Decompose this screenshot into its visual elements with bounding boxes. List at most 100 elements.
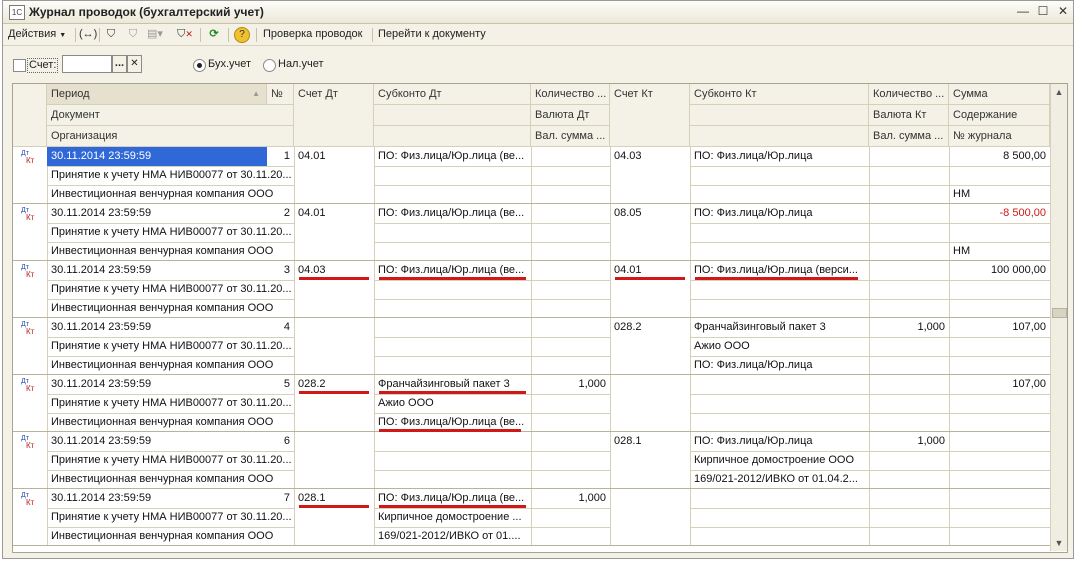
filter-history-icon[interactable]: ▤▾: [147, 26, 163, 42]
header-period[interactable]: Период ▲: [47, 84, 267, 105]
cell-qty-kt[interactable]: 1,000: [869, 318, 949, 337]
cell-sub-kt[interactable]: Кирпичное домостроение ООО: [690, 451, 869, 470]
filter-disabled-icon[interactable]: ⛉: [125, 26, 141, 42]
cell-period[interactable]: 30.11.2014 23:59:59: [47, 432, 267, 451]
cell-document[interactable]: Принятие к учету НМА НИВ00077 от 30.11.2…: [47, 166, 294, 185]
header-sub-kt[interactable]: Субконто Кт: [690, 84, 869, 105]
cell-content[interactable]: [949, 508, 1050, 527]
cell-sum[interactable]: 100 000,00: [949, 261, 1050, 280]
cell-qty-dt[interactable]: [531, 147, 610, 166]
cell-acc-kt[interactable]: 028.1: [610, 432, 690, 451]
cell-organization[interactable]: Инвестиционная венчурная компания ООО: [47, 356, 294, 375]
cell-sub-dt[interactable]: [374, 432, 531, 451]
cell-document[interactable]: Принятие к учету НМА НИВ00077 от 30.11.2…: [47, 394, 294, 413]
cell-sub-kt[interactable]: [690, 242, 869, 261]
header-content[interactable]: Содержание: [949, 105, 1050, 126]
header-acc-dt[interactable]: Счет Дт: [294, 84, 374, 147]
cell-sub-dt[interactable]: [374, 451, 531, 470]
cell-sub-kt[interactable]: [690, 413, 869, 432]
cell-sub-kt[interactable]: [690, 375, 869, 394]
filter-icon[interactable]: ⛉: [103, 26, 119, 42]
cell-period[interactable]: 30.11.2014 23:59:59: [47, 204, 267, 223]
cell-number[interactable]: 6: [267, 432, 294, 451]
cell-sub-kt[interactable]: [690, 223, 869, 242]
cell-sub-kt[interactable]: ПО: Физ.лица/Юр.лица: [690, 147, 869, 166]
cell-qty-dt[interactable]: [531, 432, 610, 451]
cell-organization[interactable]: Инвестиционная венчурная компания ООО: [47, 470, 294, 489]
cell-acc-dt[interactable]: [294, 432, 374, 451]
cell-acc-kt[interactable]: 028.2: [610, 318, 690, 337]
cell-qty-dt[interactable]: 1,000: [531, 489, 610, 508]
cell-sum[interactable]: [949, 432, 1050, 451]
cell-sub-kt[interactable]: [690, 185, 869, 204]
cell-sub-kt[interactable]: [690, 508, 869, 527]
close-button[interactable]: ✕: [1055, 4, 1071, 19]
cell-content[interactable]: [949, 223, 1050, 242]
cell-qty-dt[interactable]: 1,000: [531, 375, 610, 394]
account-filter-input[interactable]: [62, 55, 112, 73]
cell-organization[interactable]: Инвестиционная венчурная компания ООО: [47, 413, 294, 432]
cell-organization[interactable]: Инвестиционная венчурная компания ООО: [47, 185, 294, 204]
scroll-up-icon[interactable]: ▲: [1051, 84, 1067, 100]
cell-number[interactable]: 5: [267, 375, 294, 394]
cell-sub-kt[interactable]: Ажио ООО: [690, 337, 869, 356]
cell-qty-kt[interactable]: [869, 489, 949, 508]
cell-sub-dt[interactable]: [374, 223, 531, 242]
cell-journal[interactable]: [949, 356, 1050, 375]
cell-sub-dt[interactable]: [374, 166, 531, 185]
maximize-button[interactable]: ☐: [1035, 4, 1051, 19]
cell-sub-kt[interactable]: [690, 527, 869, 546]
cell-acc-kt[interactable]: 04.03: [610, 147, 690, 166]
cell-sub-dt[interactable]: [374, 299, 531, 318]
cell-sub-dt[interactable]: [374, 356, 531, 375]
cell-number[interactable]: 4: [267, 318, 294, 337]
cell-sub-kt[interactable]: [690, 299, 869, 318]
cell-sub-dt[interactable]: ПО: Физ.лица/Юр.лица (ве...: [374, 204, 531, 223]
cell-sub-kt[interactable]: 169/021-2012/ИВКО от 01.04.2...: [690, 470, 869, 489]
cell-acc-kt[interactable]: 08.05: [610, 204, 690, 223]
cell-sub-kt[interactable]: [690, 489, 869, 508]
header-organization[interactable]: Организация: [47, 126, 294, 147]
cell-sub-kt[interactable]: [690, 280, 869, 299]
cell-number[interactable]: 2: [267, 204, 294, 223]
cell-sub-dt[interactable]: Ажио ООО: [374, 394, 531, 413]
cell-content[interactable]: [949, 337, 1050, 356]
header-qty-dt[interactable]: Количество ...: [531, 84, 610, 105]
header-cur-sum-dt[interactable]: Вал. сумма ...: [531, 126, 610, 147]
radio-nal-uchet[interactable]: [263, 59, 276, 72]
cell-period[interactable]: 30.11.2014 23:59:59: [47, 489, 267, 508]
cell-sub-dt[interactable]: ПО: Физ.лица/Юр.лица (ве...: [374, 147, 531, 166]
header-cur-sum-kt[interactable]: Вал. сумма ...: [869, 126, 949, 147]
cell-journal[interactable]: НМ: [949, 242, 1050, 261]
cell-sub-dt[interactable]: Кирпичное домостроение ...: [374, 508, 531, 527]
cell-content[interactable]: [949, 394, 1050, 413]
header-document[interactable]: Документ: [47, 105, 294, 126]
cell-organization[interactable]: Инвестиционная венчурная компания ООО: [47, 527, 294, 546]
cell-content[interactable]: [949, 451, 1050, 470]
cell-acc-dt[interactable]: 04.01: [294, 204, 374, 223]
cell-acc-kt[interactable]: [610, 489, 690, 508]
cell-journal[interactable]: [949, 527, 1050, 546]
header-sub-dt[interactable]: Субконто Дт: [374, 84, 531, 105]
entries-table[interactable]: Период ▲ № Документ Организация Счет Дт С…: [12, 83, 1068, 553]
cell-qty-kt[interactable]: [869, 204, 949, 223]
cell-sub-dt[interactable]: [374, 318, 531, 337]
cell-sub-kt[interactable]: ПО: Физ.лица/Юр.лица: [690, 432, 869, 451]
cell-sub-kt[interactable]: Франчайзинговый пакет 3: [690, 318, 869, 337]
header-sum[interactable]: Сумма: [949, 84, 1050, 105]
header-qty-kt[interactable]: Количество ...: [869, 84, 949, 105]
cell-qty-dt[interactable]: [531, 318, 610, 337]
cell-qty-kt[interactable]: 1,000: [869, 432, 949, 451]
cell-sub-dt[interactable]: [374, 280, 531, 299]
header-cur-dt[interactable]: Валюта Дт: [531, 105, 610, 126]
account-clear-button[interactable]: ✕: [127, 55, 142, 73]
header-cur-kt[interactable]: Валюта Кт: [869, 105, 949, 126]
cell-qty-kt[interactable]: [869, 147, 949, 166]
cell-document[interactable]: Принятие к учету НМА НИВ00077 от 30.11.2…: [47, 451, 294, 470]
cell-sum[interactable]: [949, 489, 1050, 508]
cell-organization[interactable]: Инвестиционная венчурная компания ООО: [47, 242, 294, 261]
cell-journal[interactable]: [949, 413, 1050, 432]
cell-sub-dt[interactable]: [374, 470, 531, 489]
cell-period[interactable]: 30.11.2014 23:59:59: [47, 318, 267, 337]
cell-qty-dt[interactable]: [531, 204, 610, 223]
